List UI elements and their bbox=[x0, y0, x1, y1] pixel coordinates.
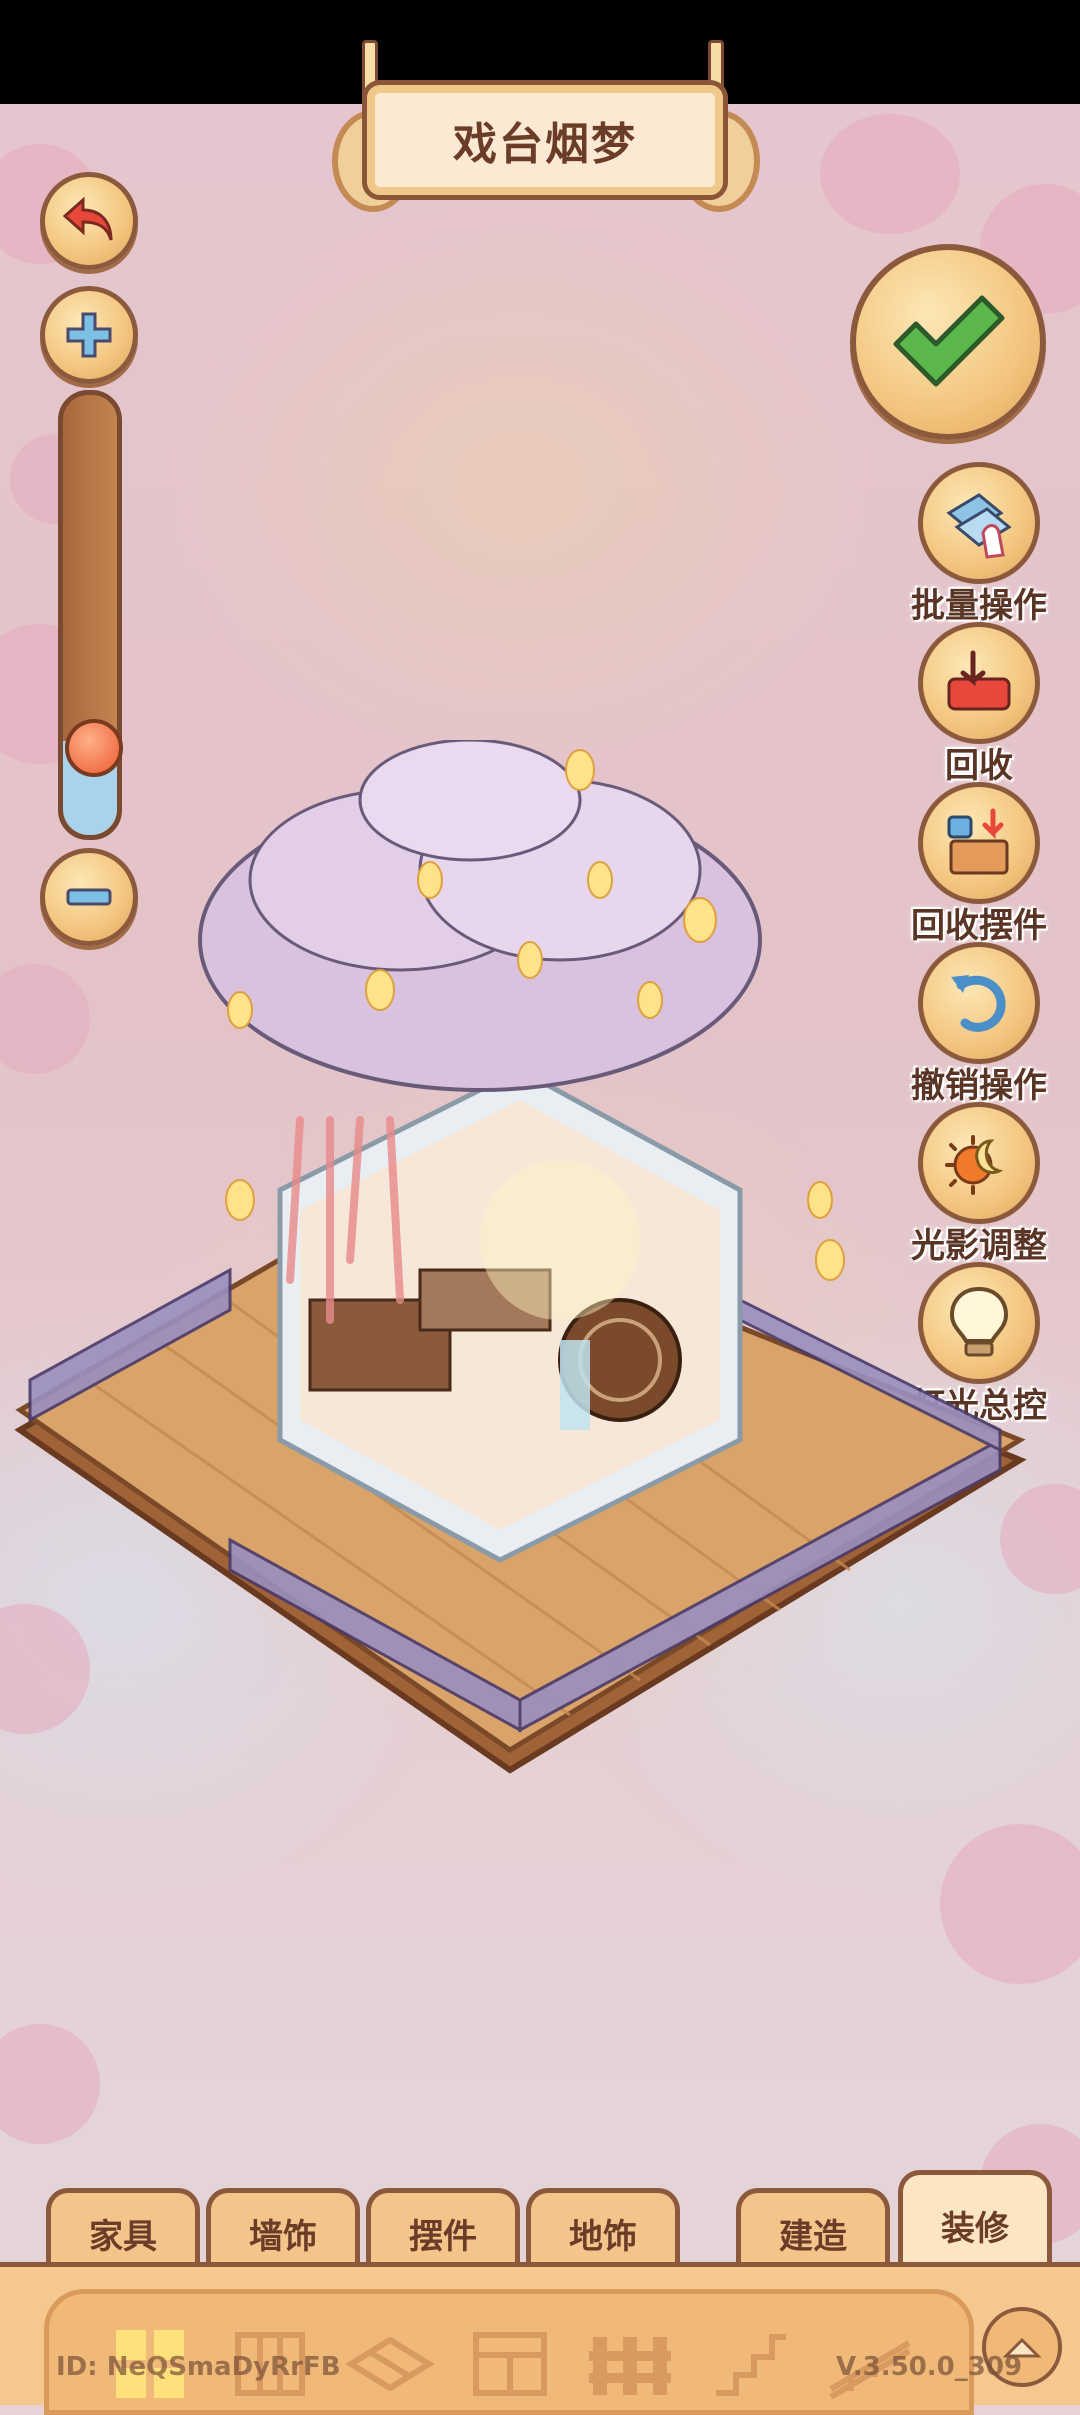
room-diorama[interactable] bbox=[0, 740, 1080, 1800]
tool-recycle-button[interactable] bbox=[918, 622, 1040, 744]
tab-furniture[interactable]: 家具 bbox=[46, 2188, 200, 2273]
stairs-icon[interactable] bbox=[705, 2324, 795, 2404]
floor-tile-icon[interactable] bbox=[345, 2324, 435, 2404]
batch-hand-icon bbox=[946, 493, 1012, 559]
tab-floor-decor[interactable]: 地饰 bbox=[526, 2188, 680, 2273]
back-arrow-icon bbox=[62, 196, 113, 241]
category-tabs: 家具 墙饰 摆件 地饰 建造 装修 bbox=[0, 2170, 1080, 2275]
plus-icon bbox=[66, 312, 112, 358]
tab-ornaments[interactable]: 摆件 bbox=[366, 2188, 520, 2273]
tool-batch[interactable]: 批量操作 bbox=[884, 462, 1074, 627]
page-title: 戏台烟梦 bbox=[362, 80, 728, 200]
checkmark-icon bbox=[893, 295, 1005, 387]
title-sign: 戏台烟梦 bbox=[322, 40, 760, 250]
sakura-decoration bbox=[820, 114, 960, 234]
user-id-text: ID: NeQSmaDyRrFB bbox=[56, 2352, 341, 2382]
fence-icon[interactable] bbox=[585, 2324, 675, 2404]
tool-batch-button[interactable] bbox=[918, 462, 1040, 584]
recycle-tray-icon bbox=[947, 650, 1011, 711]
tab-renovate[interactable]: 装修 bbox=[898, 2170, 1052, 2275]
zoom-in-button[interactable] bbox=[40, 286, 138, 384]
sub-category-toolbar bbox=[0, 2262, 1080, 2415]
confirm-button[interactable] bbox=[850, 244, 1046, 440]
tab-wall-decor[interactable]: 墙饰 bbox=[206, 2188, 360, 2273]
sakura-decoration bbox=[940, 1824, 1080, 1984]
window-icon[interactable] bbox=[465, 2324, 555, 2404]
tab-build[interactable]: 建造 bbox=[736, 2188, 890, 2273]
sakura-decoration bbox=[0, 2024, 100, 2144]
back-button[interactable] bbox=[40, 172, 138, 270]
tool-batch-label: 批量操作 bbox=[911, 586, 1047, 626]
version-text: V.3.50.0_309 bbox=[836, 2352, 1023, 2382]
